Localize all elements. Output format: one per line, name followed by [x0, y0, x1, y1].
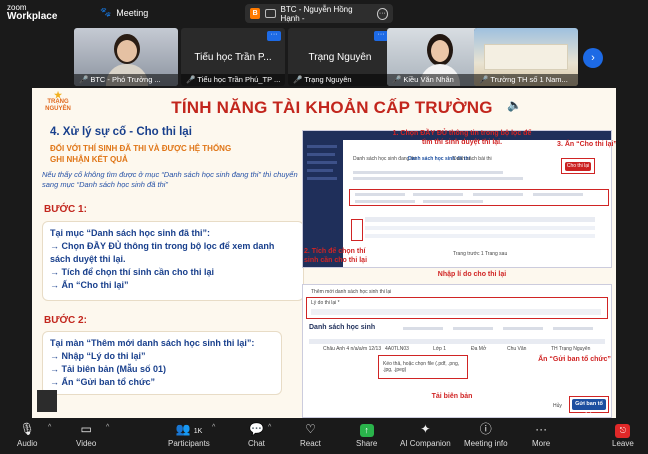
tile-menu-icon[interactable]: ··· — [267, 31, 281, 41]
row-name: Châu Anh 4 n/a/a/m 12/13 — [323, 346, 382, 352]
student-list-title: Danh sách học sinh — [309, 324, 376, 331]
chat-options-caret[interactable]: ^ — [268, 424, 271, 431]
participant-name: Trường TH số 1 Nam... — [490, 75, 568, 84]
participants-icon: 👥 1K — [175, 422, 203, 436]
more-options-icon[interactable]: ··· — [376, 7, 388, 20]
video-off-icon: ▭ — [80, 422, 92, 436]
leave-button[interactable]: ⎋ Leave — [612, 421, 634, 448]
slide-thumbnail — [37, 390, 57, 412]
row-district: Chu Văn — [507, 346, 527, 352]
info-icon: ⓘ — [479, 422, 492, 436]
meeting-info-button[interactable]: ⓘ Meeting info — [464, 421, 508, 448]
participant-name: Trạng Nguyên — [304, 75, 352, 84]
participant-name: Kiều Văn Nhân — [403, 75, 454, 84]
tab-exam-list: Danh sách bài thi — [453, 156, 492, 162]
muted-mic-icon: 🎤 — [186, 75, 196, 84]
step2-line: Tại màn “Thêm mới danh sách học sinh thi… — [50, 338, 255, 348]
participant-tile[interactable]: 🎤 BTC - Phó Trưởng ... — [74, 28, 178, 86]
audio-button[interactable]: 🎙 Audio — [17, 421, 37, 448]
meeting-label: Meeting — [116, 7, 149, 18]
meeting-toolbar: 🎙 Audio ^ ▭ Video ^ 👥 1K Participants ^ … — [0, 418, 648, 454]
brand-name: Workplace — [7, 11, 58, 22]
row-unit: TH Trạng Nguyên — [551, 346, 591, 352]
participant-gallery: 🎤 BTC - Phó Trưởng ... ··· Tiểu học Trần … — [0, 28, 648, 88]
callout-send: Ấn “Gửi ban tổ chức” — [538, 356, 611, 363]
tab-exam-ongoing: Danh sách học sinh đang thi — [353, 156, 417, 162]
more-icon: ··· — [535, 422, 548, 436]
sharer-title: BTC - Nguyễn Hồng Hạnh - — [280, 4, 353, 23]
muted-mic-icon: 🎤 — [293, 75, 303, 84]
trang-nguyen-logo: ★ TRẠNG NGUYÊN — [45, 90, 71, 113]
tile-menu-icon[interactable]: ··· — [374, 31, 388, 41]
callout-retest: 3. Ấn “Cho thi lại” — [557, 141, 616, 148]
section-subtitle: ĐỐI VỚI THÍ SINH ĐÃ THI VÀ ĐƯỢC HỆ THỐNG… — [50, 144, 232, 164]
retest-button: Cho thi lại — [565, 162, 591, 171]
callout-filter: 1. Chọn ĐẦY ĐỦ thông tin trong bộ lọc để… — [392, 130, 532, 146]
gallery-next-button[interactable]: › — [583, 48, 603, 68]
step1-line: → Chọn ĐẦY ĐỦ thông tin trong bộ lọc để … — [50, 241, 275, 264]
step2-box: Tại màn “Thêm mới danh sách học sinh thi… — [42, 331, 282, 395]
cancel-button: Hủy — [553, 403, 562, 409]
callout-upload: Tải biên bản — [431, 393, 473, 400]
more-button[interactable]: ··· More — [532, 421, 550, 448]
callout-reason: Nhập lí do cho thi lại — [437, 271, 507, 278]
chat-button[interactable]: 💬 Chat — [248, 421, 265, 448]
pagination: Trang trước 1 Trang sau — [453, 251, 508, 257]
sparkle-icon: ✦ — [420, 422, 431, 436]
participants-button[interactable]: 👥 1K Participants — [168, 421, 210, 448]
share-button[interactable]: ↑ Share — [356, 421, 377, 448]
participant-tile[interactable]: ··· Tiểu học Trần P... 🎤 Tiểu học Trần Ph… — [181, 28, 285, 86]
slide-title: TÍNH NĂNG TÀI KHOẢN CẤP TRƯỜNG — [171, 98, 493, 117]
step2-heading: BƯỚC 2: — [44, 315, 87, 326]
participant-tile[interactable]: ··· Trạng Nguyên 🎤 Trạng Nguyên — [288, 28, 392, 86]
muted-mic-icon: 🎤 — [392, 75, 402, 84]
ai-companion-button[interactable]: ✦ AI Companion — [400, 421, 451, 448]
participant-name: Tiểu học Trần Phú_TP ... — [197, 75, 281, 84]
video-button[interactable]: ▭ Video — [76, 421, 96, 448]
callout-select: 2. Tích để chọn thí sinh cần cho thi lại — [304, 248, 368, 264]
participant-video — [484, 44, 568, 70]
sharer-badge: B — [250, 8, 261, 19]
step2-line: → Ấn “Gửi ban tổ chức” — [50, 377, 156, 387]
participants-options-caret[interactable]: ^ — [212, 424, 215, 431]
meeting-button[interactable]: 🐾 Meeting — [100, 7, 148, 18]
step2-line: → Tải biên bản (Mẫu số 01) — [50, 364, 167, 374]
send-button: Gửi ban tổ chức — [572, 399, 606, 417]
step1-line: → Tích để chọn thí sinh cần cho thi lại — [50, 267, 215, 277]
intro-text: Nếu thấy cố không tìm được ở mục “Danh s… — [42, 170, 298, 189]
chat-icon: 💬 — [248, 422, 264, 436]
app-logo: zoom Workplace — [7, 3, 58, 22]
step2-line: → Nhập “Lý do thi lại” — [50, 351, 146, 361]
share-screen-icon: ↑ — [359, 424, 374, 437]
reason-label: Lý do thi lại * — [311, 300, 340, 306]
speaker-icon: 🔈 — [507, 98, 522, 112]
paw-icon: 🐾 — [100, 7, 112, 17]
share-indicator[interactable]: B BTC - Nguyễn Hồng Hạnh - ··· — [245, 4, 393, 23]
screen-share-icon — [265, 9, 276, 18]
modal-title: Thêm mới danh sách học sinh thi lại — [311, 289, 392, 295]
participant-big-name: Tiểu học Trần P... — [194, 52, 272, 63]
row-class: 4A0TLN03 — [385, 346, 409, 352]
step1-box: Tại mục “Danh sách học sinh đã thi”: → C… — [42, 221, 304, 301]
step1-line: Tại mục “Danh sách học sinh đã thi”: — [50, 228, 211, 238]
step1-heading: BƯỚC 1: — [44, 204, 87, 215]
video-options-caret[interactable]: ^ — [106, 424, 109, 431]
leave-icon: ⎋ — [615, 424, 631, 438]
section-title: 4. Xử lý sự cố - Cho thi lại — [50, 126, 192, 138]
participant-tile[interactable]: 🎤 Trường TH số 1 Nam... — [474, 28, 578, 86]
row-grade: Lớp 1 — [433, 346, 447, 352]
step1-line: → Ấn “Cho thi lại” — [50, 280, 129, 290]
row-school: Đa Mở — [471, 346, 487, 352]
shared-slide: ★ TRẠNG NGUYÊN TÍNH NĂNG TÀI KHOẢN CẤP T… — [32, 88, 616, 418]
top-bar: zoom Workplace 🐾 Meeting B BTC - Nguyễn … — [0, 0, 648, 28]
mic-muted-icon: 🎙 — [19, 422, 35, 436]
muted-mic-icon: 🎤 — [79, 75, 89, 84]
participant-big-name: Trạng Nguyên — [308, 52, 372, 63]
upload-dropzone: Kéo thả, hoặc chọn file (.pdf, .png, .jp… — [383, 361, 460, 373]
participant-name: BTC - Phó Trưởng ... — [90, 75, 161, 84]
heart-icon: ♡ — [305, 422, 316, 436]
muted-mic-icon: 🎤 — [479, 75, 489, 84]
audio-options-caret[interactable]: ^ — [48, 424, 51, 431]
react-button[interactable]: ♡ React — [300, 421, 321, 448]
